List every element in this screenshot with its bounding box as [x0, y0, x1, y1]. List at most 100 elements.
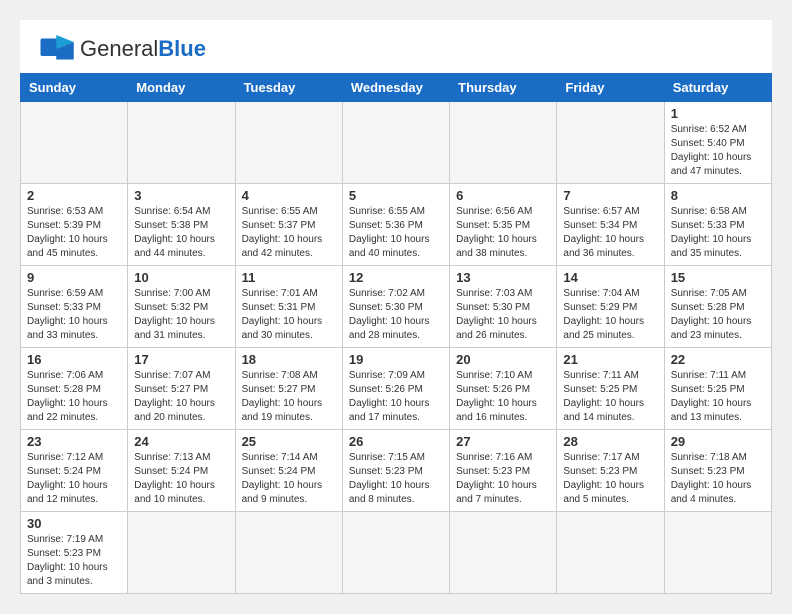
day-info: Sunrise: 6:55 AM Sunset: 5:36 PM Dayligh…: [349, 205, 443, 261]
day-info: Sunrise: 6:54 AM Sunset: 5:38 PM Dayligh…: [134, 205, 228, 261]
weekday-header-row: SundayMondayTuesdayWednesdayThursdayFrid…: [21, 74, 772, 102]
calendar-cell: 23Sunrise: 7:12 AM Sunset: 5:24 PM Dayli…: [21, 430, 128, 512]
calendar-cell: 3Sunrise: 6:54 AM Sunset: 5:38 PM Daylig…: [128, 184, 235, 266]
day-number: 14: [563, 270, 657, 285]
day-info: Sunrise: 7:08 AM Sunset: 5:27 PM Dayligh…: [242, 369, 336, 425]
calendar-cell: 14Sunrise: 7:04 AM Sunset: 5:29 PM Dayli…: [557, 266, 664, 348]
day-number: 12: [349, 270, 443, 285]
day-number: 27: [456, 434, 550, 449]
calendar-cell: 9 Sunrise: 6:59 AM Sunset: 5:33 PM Daylig…: [21, 266, 128, 348]
calendar-cell: [128, 512, 235, 594]
logo-icon: [40, 35, 76, 63]
day-number: 7: [563, 188, 657, 203]
day-info: Sunrise: 7:09 AM Sunset: 5:26 PM Dayligh…: [349, 369, 443, 425]
day-number: 2: [27, 188, 121, 203]
day-info: Sunrise: 6:53 AM Sunset: 5:39 PM Dayligh…: [27, 205, 121, 261]
day-number: 5: [349, 188, 443, 203]
day-number: 22: [671, 352, 765, 367]
calendar-cell: 10 Sunrise: 7:00 AM Sunset: 5:32 PM Dayli…: [128, 266, 235, 348]
day-number: 25: [242, 434, 336, 449]
calendar-cell: 15 Sunrise: 7:05 AM Sunset: 5:28 PM Dayli…: [664, 266, 771, 348]
day-info: Sunrise: 7:01 AM Sunset: 5:31 PM Dayligh…: [242, 287, 336, 343]
calendar-cell: [235, 102, 342, 184]
day-number: 18: [242, 352, 336, 367]
day-info: Sunrise: 6:52 AM Sunset: 5:40 PM Dayligh…: [671, 123, 765, 179]
day-number: 24: [134, 434, 228, 449]
day-info: Sunrise: 7:19 AM Sunset: 5:23 PM Dayligh…: [27, 533, 121, 589]
day-number: 13: [456, 270, 550, 285]
calendar-cell: 4Sunrise: 6:55 AM Sunset: 5:37 PM Daylig…: [235, 184, 342, 266]
calendar-cell: [557, 102, 664, 184]
calendar-table: SundayMondayTuesdayWednesdayThursdayFrid…: [20, 73, 772, 594]
day-number: 11: [242, 270, 336, 285]
day-info: Sunrise: 7:05 AM Sunset: 5:28 PM Dayligh…: [671, 287, 765, 343]
day-info: Sunrise: 7:18 AM Sunset: 5:23 PM Dayligh…: [671, 451, 765, 507]
weekday-header-tuesday: Tuesday: [235, 74, 342, 102]
calendar-cell: [21, 102, 128, 184]
calendar-cell: 21 Sunrise: 7:11 AM Sunset: 5:25 PM Dayli…: [557, 348, 664, 430]
day-number: 21: [563, 352, 657, 367]
day-info: Sunrise: 7:02 AM Sunset: 5:30 PM Dayligh…: [349, 287, 443, 343]
calendar-week-2: 2 Sunrise: 6:53 AM Sunset: 5:39 PM Daylig…: [21, 184, 772, 266]
calendar-cell: 8 Sunrise: 6:58 AM Sunset: 5:33 PM Daylig…: [664, 184, 771, 266]
calendar-cell: 11 Sunrise: 7:01 AM Sunset: 5:31 PM Dayli…: [235, 266, 342, 348]
day-number: 28: [563, 434, 657, 449]
weekday-header-sunday: Sunday: [21, 74, 128, 102]
calendar-cell: [342, 512, 449, 594]
day-info: Sunrise: 7:17 AM Sunset: 5:23 PM Dayligh…: [563, 451, 657, 507]
calendar-cell: [128, 102, 235, 184]
day-info: Sunrise: 7:10 AM Sunset: 5:26 PM Dayligh…: [456, 369, 550, 425]
calendar-cell: [235, 512, 342, 594]
day-number: 9: [27, 270, 121, 285]
calendar-cell: 2 Sunrise: 6:53 AM Sunset: 5:39 PM Daylig…: [21, 184, 128, 266]
calendar-cell: [557, 512, 664, 594]
day-info: Sunrise: 7:06 AM Sunset: 5:28 PM Dayligh…: [27, 369, 121, 425]
day-info: Sunrise: 6:59 AM Sunset: 5:33 PM Dayligh…: [27, 287, 121, 343]
calendar-cell: 7 Sunrise: 6:57 AM Sunset: 5:34 PM Daylig…: [557, 184, 664, 266]
weekday-header-wednesday: Wednesday: [342, 74, 449, 102]
calendar-cell: 27Sunrise: 7:16 AM Sunset: 5:23 PM Dayli…: [450, 430, 557, 512]
day-number: 26: [349, 434, 443, 449]
calendar-week-5: 23Sunrise: 7:12 AM Sunset: 5:24 PM Dayli…: [21, 430, 772, 512]
day-info: Sunrise: 6:57 AM Sunset: 5:34 PM Dayligh…: [563, 205, 657, 261]
day-info: Sunrise: 7:03 AM Sunset: 5:30 PM Dayligh…: [456, 287, 550, 343]
day-number: 30: [27, 516, 121, 531]
header: GeneralBlue: [20, 20, 772, 73]
calendar-cell: 30 Sunrise: 7:19 AM Sunset: 5:23 PM Dayli…: [21, 512, 128, 594]
day-number: 20: [456, 352, 550, 367]
day-number: 17: [134, 352, 228, 367]
calendar-cell: 1 Sunrise: 6:52 AM Sunset: 5:40 PM Daylig…: [664, 102, 771, 184]
calendar-cell: 5 Sunrise: 6:55 AM Sunset: 5:36 PM Daylig…: [342, 184, 449, 266]
logo-text: GeneralBlue: [80, 36, 206, 62]
calendar-cell: 28 Sunrise: 7:17 AM Sunset: 5:23 PM Dayli…: [557, 430, 664, 512]
calendar-cell: 18 Sunrise: 7:08 AM Sunset: 5:27 PM Dayli…: [235, 348, 342, 430]
calendar-cell: 20 Sunrise: 7:10 AM Sunset: 5:26 PM Dayli…: [450, 348, 557, 430]
logo: GeneralBlue: [40, 35, 206, 63]
calendar-week-1: 1 Sunrise: 6:52 AM Sunset: 5:40 PM Daylig…: [21, 102, 772, 184]
day-info: Sunrise: 6:56 AM Sunset: 5:35 PM Dayligh…: [456, 205, 550, 261]
day-info: Sunrise: 7:07 AM Sunset: 5:27 PM Dayligh…: [134, 369, 228, 425]
calendar-week-3: 9 Sunrise: 6:59 AM Sunset: 5:33 PM Daylig…: [21, 266, 772, 348]
calendar-cell: 22Sunrise: 7:11 AM Sunset: 5:25 PM Dayli…: [664, 348, 771, 430]
weekday-header-thursday: Thursday: [450, 74, 557, 102]
day-number: 8: [671, 188, 765, 203]
calendar-cell: 25 Sunrise: 7:14 AM Sunset: 5:24 PM Dayli…: [235, 430, 342, 512]
day-info: Sunrise: 7:14 AM Sunset: 5:24 PM Dayligh…: [242, 451, 336, 507]
weekday-header-saturday: Saturday: [664, 74, 771, 102]
day-number: 16: [27, 352, 121, 367]
day-info: Sunrise: 7:11 AM Sunset: 5:25 PM Dayligh…: [563, 369, 657, 425]
day-info: Sunrise: 6:55 AM Sunset: 5:37 PM Dayligh…: [242, 205, 336, 261]
calendar-cell: [450, 102, 557, 184]
calendar-week-6: 30 Sunrise: 7:19 AM Sunset: 5:23 PM Dayli…: [21, 512, 772, 594]
calendar-page: GeneralBlue SundayMondayTuesdayWednesday…: [20, 20, 772, 594]
calendar-cell: 16 Sunrise: 7:06 AM Sunset: 5:28 PM Dayli…: [21, 348, 128, 430]
day-number: 10: [134, 270, 228, 285]
calendar-cell: 17 Sunrise: 7:07 AM Sunset: 5:27 PM Dayli…: [128, 348, 235, 430]
day-info: Sunrise: 7:15 AM Sunset: 5:23 PM Dayligh…: [349, 451, 443, 507]
day-info: Sunrise: 6:58 AM Sunset: 5:33 PM Dayligh…: [671, 205, 765, 261]
day-info: Sunrise: 7:00 AM Sunset: 5:32 PM Dayligh…: [134, 287, 228, 343]
day-number: 15: [671, 270, 765, 285]
day-number: 19: [349, 352, 443, 367]
calendar-cell: [450, 512, 557, 594]
day-number: 1: [671, 106, 765, 121]
